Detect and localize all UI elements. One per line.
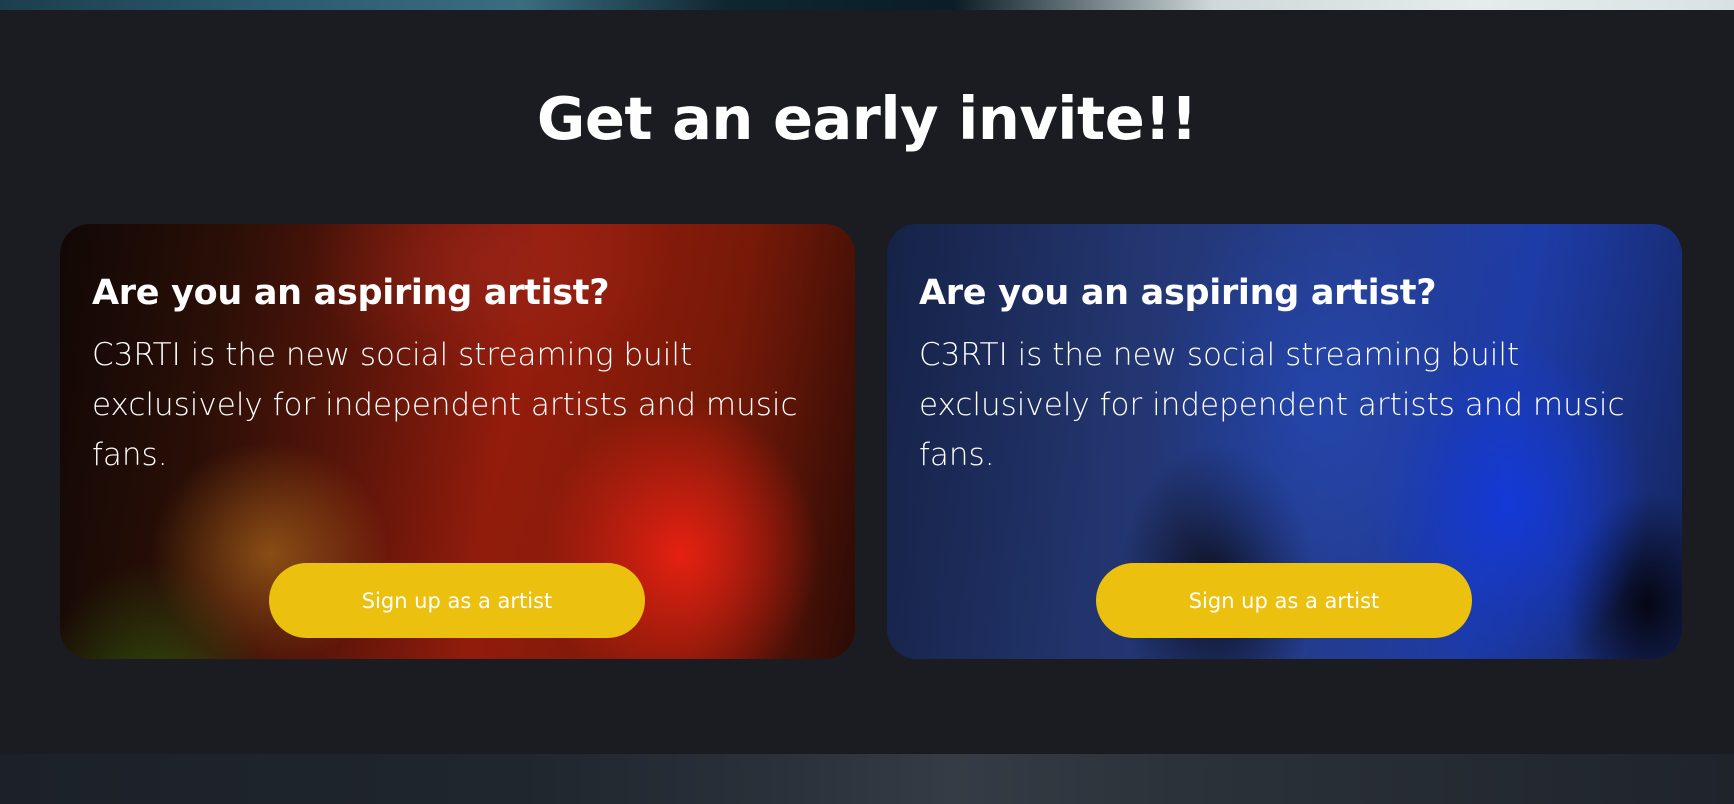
next-section-image-edge (0, 754, 1734, 804)
artist-signup-card-red: Are you an aspiring artist? C3RTI is the… (60, 224, 855, 659)
card-description: C3RTI is the new social streaming built … (92, 337, 798, 473)
card-description: C3RTI is the new social streaming built … (919, 337, 1625, 473)
sign-up-artist-button[interactable]: Sign up as a artist (269, 563, 645, 638)
card-title: Are you an aspiring artist? (919, 273, 1437, 313)
artist-signup-card-blue: Are you an aspiring artist? C3RTI is the… (887, 224, 1682, 659)
card-title: Are you an aspiring artist? (92, 273, 610, 313)
section-heading: Get an early invite!! (536, 84, 1198, 153)
sign-up-artist-button[interactable]: Sign up as a artist (1096, 563, 1472, 638)
card-content: Are you an aspiring artist? C3RTI is the… (92, 272, 822, 480)
hero-image-bottom-edge (0, 0, 1734, 10)
card-content: Are you an aspiring artist? C3RTI is the… (919, 272, 1649, 480)
early-invite-section: Get an early invite!! Are you an aspirin… (0, 10, 1734, 754)
